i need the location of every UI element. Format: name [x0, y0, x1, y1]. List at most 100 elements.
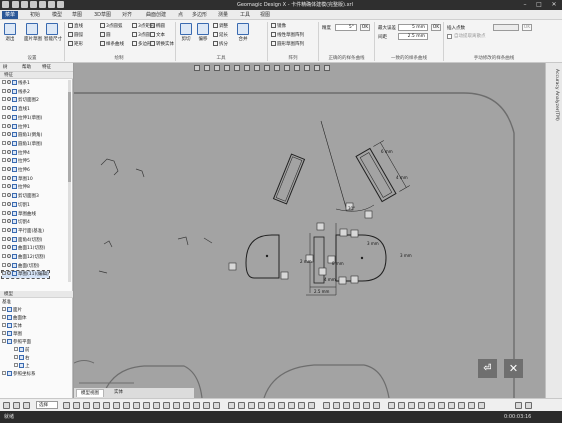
expand-icon[interactable] [2, 339, 6, 343]
tab-model[interactable]: 模型 [52, 11, 62, 19]
filter-body-icon[interactable] [133, 402, 140, 409]
max-error-ok-button[interactable]: OK [431, 24, 441, 31]
section-icon[interactable] [388, 402, 395, 409]
feature-tree-scroll-thumb[interactable] [68, 92, 71, 182]
expand-icon[interactable] [2, 201, 6, 206]
view-iso-icon[interactable] [288, 402, 295, 409]
circular-pattern-button[interactable]: 圆形草图阵列 [271, 41, 304, 48]
feature-tree-item[interactable]: 拉伸1 [2, 123, 30, 131]
expand-icon[interactable] [2, 193, 6, 198]
lasso-icon[interactable] [13, 402, 20, 409]
view-bottom-icon[interactable] [278, 402, 285, 409]
feature-tree-item[interactable]: 圆角1(草图) [2, 140, 42, 148]
tab-align[interactable]: 对齐 [122, 11, 132, 19]
filter-coord-icon[interactable] [173, 402, 180, 409]
display-edges-icon[interactable] [363, 402, 370, 409]
feature-tree-item[interactable]: 曲面(切割) [2, 262, 40, 270]
tab-point[interactable]: 点 [178, 11, 183, 19]
center-point[interactable] [360, 256, 364, 260]
exit-sketch-confirm-button[interactable]: ⏎ [478, 359, 497, 378]
feature-tree-item[interactable]: 平行面(基准) [2, 227, 44, 235]
visibility-icon[interactable] [7, 175, 11, 180]
visibility-icon[interactable] [7, 114, 11, 119]
tab-tools[interactable]: 工具 [240, 11, 250, 19]
slot-vertical[interactable] [313, 236, 325, 284]
minimize-icon[interactable]: – [518, 0, 532, 10]
quick-access-dropdown-icon[interactable] [57, 1, 64, 8]
dimension-label[interactable]: 2.5 mm [314, 289, 329, 294]
expand-icon[interactable] [2, 315, 6, 319]
tab-feature[interactable]: 特征 [42, 64, 51, 71]
view-front-icon[interactable] [228, 402, 235, 409]
filter-face-icon[interactable] [123, 402, 130, 409]
tab-solid[interactable]: 实体 [110, 389, 127, 397]
visibility-icon[interactable] [7, 123, 11, 128]
view-fit-icon[interactable] [308, 402, 315, 409]
filter-sketch-icon[interactable] [93, 402, 100, 409]
model-tree-item[interactable]: 曲面体 [2, 315, 27, 322]
line-button[interactable]: 直线 [68, 23, 83, 30]
feature-tree-item[interactable]: 圆角1(倒角) [2, 132, 42, 139]
d-shape-left[interactable] [245, 234, 280, 279]
expand-icon[interactable] [14, 355, 18, 359]
model-tree-item[interactable]: 参照平面 [2, 339, 31, 346]
scale-icon[interactable] [458, 402, 465, 409]
expand-icon[interactable] [2, 254, 6, 258]
dimension-label[interactable]: 6 mm [381, 149, 393, 154]
visibility-icon[interactable] [7, 132, 11, 137]
merge-button[interactable]: 合并 [235, 23, 251, 42]
visibility-icon[interactable] [7, 227, 11, 232]
expand-icon[interactable] [14, 347, 18, 351]
3d-viewport[interactable]: 6 mm 4 mm 30° 3 mm 2 mm 8 mm 4 mm 2.5 mm… [74, 63, 545, 398]
dimension-label[interactable]: 3 mm [400, 253, 412, 258]
expand-icon[interactable] [2, 271, 6, 276]
display-points-icon[interactable] [353, 402, 360, 409]
visibility-icon[interactable] [7, 219, 11, 224]
filter-surface-icon[interactable] [73, 402, 80, 409]
exit-sketch-button[interactable]: 退出 [2, 23, 18, 42]
tolerance-input[interactable]: 5° [335, 24, 357, 31]
feature-tree-item[interactable]: 草图曲线 [2, 210, 36, 218]
split-button[interactable]: 拆分 [213, 41, 228, 48]
measure-icon[interactable] [398, 402, 405, 409]
visibility-icon[interactable] [7, 97, 11, 102]
display-shaded-icon[interactable] [323, 402, 330, 409]
linear-pattern-button[interactable]: 线性草图阵列 [271, 32, 304, 39]
expand-icon[interactable] [2, 123, 6, 128]
expand-icon[interactable] [2, 236, 6, 241]
tab-surface[interactable]: 曲面创建 [146, 11, 166, 19]
visibility-icon[interactable] [7, 184, 11, 189]
open-file-icon[interactable] [21, 1, 28, 8]
expand-icon[interactable] [2, 227, 6, 232]
rectangle-button[interactable]: 矩形 [68, 41, 83, 48]
visibility-icon[interactable] [7, 149, 11, 154]
three-point-circle-button[interactable]: 3点圆 [132, 32, 150, 39]
filter-solid-icon[interactable] [83, 402, 90, 409]
save-icon[interactable] [30, 1, 37, 8]
close-icon[interactable]: ✕ [547, 0, 561, 10]
view-normal-icon[interactable] [298, 402, 305, 409]
display-hidden-icon[interactable] [343, 402, 350, 409]
expand-icon[interactable] [2, 175, 6, 180]
feature-tree-scrollbar[interactable] [68, 80, 71, 282]
expand-icon[interactable] [2, 97, 6, 102]
feature-tree-item[interactable]: 拉伸8 [2, 184, 30, 191]
visibility-icon[interactable] [7, 106, 11, 111]
orient-icon[interactable] [468, 402, 475, 409]
selection-filter-select[interactable]: 选择 [36, 401, 58, 409]
mirror-button[interactable]: 镜像 [271, 23, 286, 30]
ellipse-button[interactable]: 椭圆 [150, 23, 165, 30]
auto-extract-checkbox[interactable] [447, 34, 452, 39]
filter-edge-icon[interactable] [113, 402, 120, 409]
feature-tree-item[interactable]: 线条1 [2, 80, 30, 87]
snapshot-icon[interactable] [408, 402, 415, 409]
extend-button[interactable]: 延长 [213, 32, 228, 39]
redo-icon[interactable] [48, 1, 55, 8]
text-button[interactable]: 文本 [150, 32, 165, 39]
smart-dimension-button[interactable]: 智能尺寸 [44, 23, 62, 42]
feature-tree-item[interactable]: 拉伸5 [2, 158, 30, 165]
expand-icon[interactable] [2, 114, 6, 119]
dimension-label[interactable]: 3 mm [367, 241, 379, 246]
mesh-sketch-button[interactable]: 面片草图 [24, 23, 42, 42]
convert-entity-button[interactable]: 转换实体 [150, 41, 174, 48]
